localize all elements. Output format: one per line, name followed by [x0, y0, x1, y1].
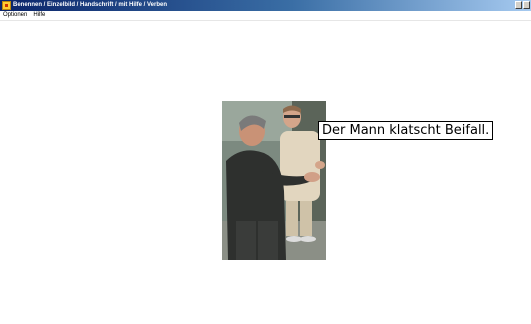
exercise-photo: [222, 101, 326, 260]
caption-text: Der Mann klatscht Beifall.: [318, 121, 494, 140]
menu-hilfe[interactable]: Hilfe: [33, 11, 45, 20]
minimize-button[interactable]: [515, 1, 522, 9]
maximize-button[interactable]: [523, 1, 530, 9]
window-title: Benennen / Einzelbild / Handschrift / mi…: [13, 2, 168, 8]
photo-two-men-clapping-icon: [222, 101, 326, 260]
menu-optionen[interactable]: Optionen: [3, 11, 27, 20]
app-icon: [2, 1, 11, 10]
app-window: Benennen / Einzelbild / Handschrift / mi…: [0, 0, 531, 324]
window-controls: [515, 1, 530, 9]
menu-bar: Optionen Hilfe: [0, 11, 531, 21]
exercise-area: Der Mann klatscht Beifall.: [0, 21, 531, 324]
title-bar[interactable]: Benennen / Einzelbild / Handschrift / mi…: [0, 0, 531, 11]
